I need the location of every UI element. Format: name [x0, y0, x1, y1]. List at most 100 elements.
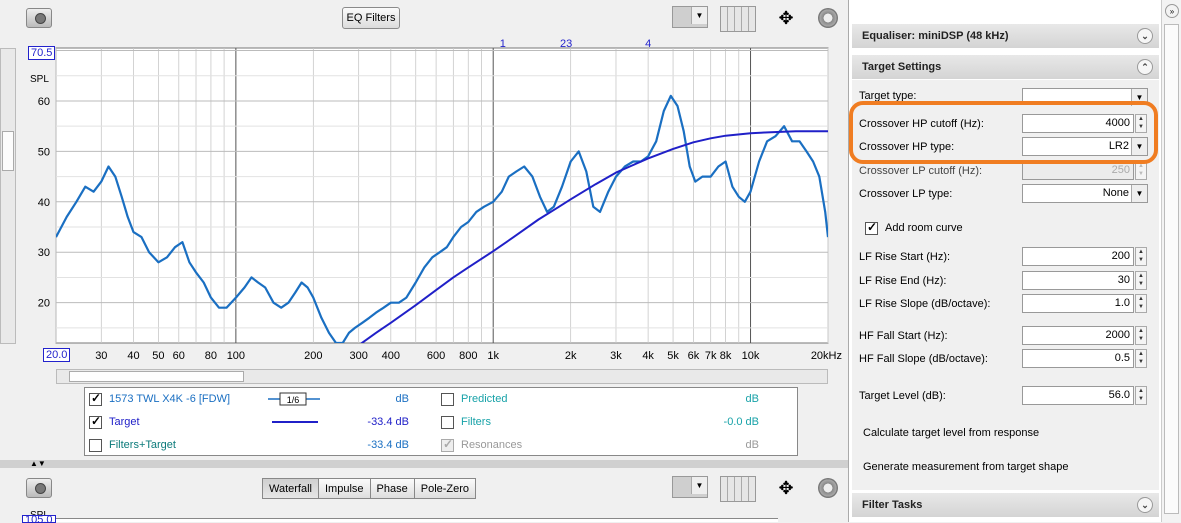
plot-area — [55, 47, 829, 344]
legend-label: Filters — [461, 416, 491, 428]
legend-row-measurement[interactable]: 1573 TWL X4K -6 [FDW] 1/6 dB — [89, 389, 409, 409]
hf-fall-start-spinner[interactable]: ▲ ▼ — [1135, 326, 1147, 345]
gear-icon[interactable] — [818, 8, 838, 28]
lf-rise-end-input[interactable]: 30 — [1022, 271, 1134, 290]
legend-value: dB — [745, 439, 759, 451]
equaliser-section-header[interactable]: Equaliser: miniDSP (48 kHz) ⌄ — [852, 24, 1159, 48]
target-line-swatch — [271, 421, 318, 423]
lf-rise-slope-spinner[interactable]: ▲ ▼ — [1135, 294, 1147, 313]
lf-rise-end-spinner[interactable]: ▲ ▼ — [1135, 271, 1147, 290]
splitter-arrows-icon[interactable]: ▲▼ — [30, 460, 46, 468]
x-tick-label: 600 — [427, 350, 445, 362]
legend-row-filters-target[interactable]: Filters+Target -33.4 dB — [89, 435, 409, 455]
tab-waterfall[interactable]: Waterfall — [262, 478, 319, 499]
pane-splitter[interactable]: ▲▼ — [0, 460, 848, 468]
x-tick-label: 4k — [642, 350, 654, 362]
x-tick-label: 50 — [152, 350, 164, 362]
chevron-down-icon[interactable]: ⌄ — [1137, 28, 1153, 44]
trace-layout-icon[interactable] — [672, 6, 708, 28]
x-tick-label: 30 — [95, 350, 107, 362]
target-settings-title: Target Settings — [862, 61, 942, 73]
x-tick-label: 2k — [565, 350, 577, 362]
add-room-curve-label: Add room curve — [885, 222, 963, 234]
y-max-box[interactable]: 70.5 — [28, 46, 56, 60]
x-tick-label: 800 — [459, 350, 477, 362]
hf-fall-slope-input[interactable]: 0.5 — [1022, 349, 1134, 368]
vertical-scroll-thumb[interactable] — [2, 131, 14, 171]
filter-tasks-header[interactable]: Filter Tasks ⌄ — [852, 493, 1159, 517]
move-arrows-icon[interactable]: ✥ — [768, 474, 804, 502]
lf-rise-slope-input[interactable]: 1.0 — [1022, 294, 1134, 313]
panel-scroll-thumb[interactable] — [1164, 24, 1179, 514]
checkbox-filters[interactable] — [441, 415, 454, 429]
smoothing-label: 1/6 — [287, 395, 300, 405]
legend-value: -0.0 dB — [723, 416, 759, 428]
equaliser-title: Equaliser: miniDSP (48 kHz) — [862, 30, 1009, 42]
target-level-spinner[interactable]: ▲ ▼ — [1135, 386, 1147, 405]
x-tick-label: 1k — [487, 350, 499, 362]
filter-marker: 1 — [500, 38, 506, 50]
legend-row-predicted[interactable]: Predicted dB — [441, 389, 761, 409]
orange-highlight-annotation — [849, 101, 1158, 164]
y-tick-label: 40 — [38, 197, 50, 209]
columns-icon[interactable] — [720, 476, 756, 502]
tab-impulse[interactable]: Impulse — [318, 478, 371, 499]
legend-row-filters[interactable]: Filters -0.0 dB — [441, 412, 761, 432]
target-level-input[interactable]: 56.0 — [1022, 386, 1134, 405]
checkbox-predicted[interactable] — [441, 392, 454, 406]
chevron-down-icon[interactable]: ⌄ — [1137, 497, 1153, 513]
chart-svg: 60 50 40 30 20 30 40 50 60 80 100 200 300 400 600 800 1k… — [38, 38, 842, 362]
x-tick-label: 80 — [205, 350, 217, 362]
checkbox-measurement[interactable] — [89, 391, 102, 406]
x-tick-label: 5k — [667, 350, 679, 362]
top-toolbar: EQ Filters ✥ — [0, 0, 848, 38]
checkbox-filters-target[interactable] — [89, 438, 102, 452]
target-settings-header[interactable]: Target Settings ⌃ — [852, 55, 1159, 79]
x-tick-label: 7k — [705, 350, 717, 362]
gear-icon[interactable] — [818, 478, 838, 498]
tab-phase[interactable]: Phase — [369, 478, 415, 499]
crossover-lp-type-select[interactable]: None — [1022, 184, 1148, 203]
eq-filters-button[interactable]: EQ Filters — [342, 7, 400, 29]
add-room-curve-checkbox[interactable] — [865, 220, 878, 235]
x-tick-label: 60 — [173, 350, 185, 362]
vertical-scrollbar[interactable] — [0, 48, 16, 344]
checkbox-target[interactable] — [89, 414, 102, 429]
move-arrows-icon[interactable]: ✥ — [768, 4, 804, 32]
x-tick-label: 8k — [720, 350, 732, 362]
filter-tasks-title: Filter Tasks — [862, 499, 923, 511]
camera-icon[interactable] — [26, 478, 52, 498]
panel-expand-icon[interactable]: » — [1165, 4, 1179, 18]
bottom-chart-area — [56, 518, 778, 522]
panel-scrollbar[interactable]: » — [1161, 0, 1181, 522]
trace-layout-icon[interactable] — [672, 476, 708, 498]
lf-rise-start-input[interactable]: 200 — [1022, 247, 1134, 266]
lf-rise-start-spinner[interactable]: ▲ ▼ — [1135, 247, 1147, 266]
add-room-curve-row[interactable]: Add room curve — [865, 218, 1155, 238]
hf-fall-slope-spinner[interactable]: ▲ ▼ — [1135, 349, 1147, 368]
hf-fall-start-input[interactable]: 2000 — [1022, 326, 1134, 345]
y-tick-label: 60 — [38, 96, 50, 108]
generate-measurement-action[interactable]: Generate measurement from target shape — [863, 461, 1068, 473]
legend-value: dB — [395, 393, 409, 405]
target-type-select[interactable] — [1022, 88, 1148, 106]
legend-value: -33.4 dB — [367, 416, 409, 428]
x-tick-label: 400 — [382, 350, 400, 362]
filter-marker: 4 — [645, 38, 651, 50]
tab-pole-zero[interactable]: Pole-Zero — [413, 478, 477, 499]
legend-row-resonances: Resonances dB — [441, 435, 761, 455]
x-tick-label: 20kHz — [811, 350, 842, 362]
x-min-box[interactable]: 20.0 — [43, 348, 71, 362]
x-tick-label: 10k — [742, 350, 760, 362]
smoothing-icon[interactable]: 1/6 — [267, 392, 320, 406]
x-tick-label: 40 — [127, 350, 139, 362]
bottom-view-tabs: Waterfall Impulse Phase Pole-Zero — [262, 478, 477, 499]
horizontal-scroll-thumb[interactable] — [69, 371, 244, 382]
legend-value: -33.4 dB — [367, 439, 409, 451]
columns-icon[interactable] — [720, 6, 756, 32]
camera-icon[interactable] — [26, 8, 52, 28]
calc-target-level-action[interactable]: Calculate target level from response — [863, 427, 1039, 439]
chevron-up-icon[interactable]: ⌃ — [1137, 59, 1153, 75]
horizontal-scrollbar[interactable] — [56, 369, 828, 384]
legend-row-target[interactable]: Target -33.4 dB — [89, 412, 409, 432]
